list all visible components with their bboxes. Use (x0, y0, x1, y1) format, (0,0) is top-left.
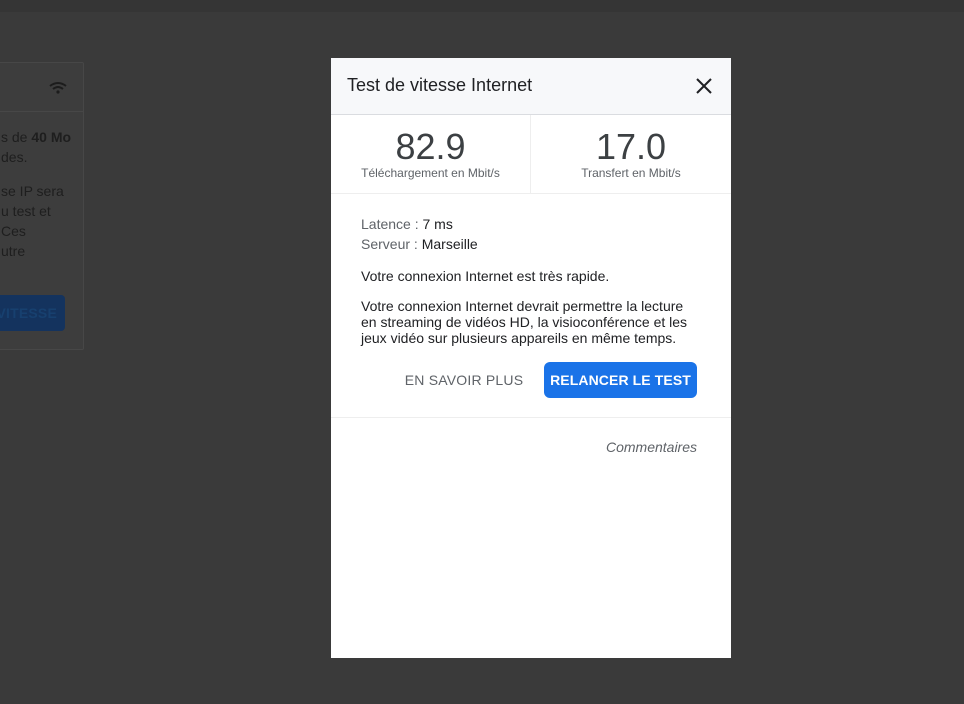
background-button-label: VITESSE (0, 305, 57, 321)
upload-speed-label: Transfert en Mbit/s (581, 166, 681, 180)
server-value: Marseille (421, 236, 478, 252)
latency-key: Latence : (361, 216, 423, 232)
background-card-header (0, 63, 83, 112)
background-speed-card: s de 40 Mo des. se IP sera u test et Ces… (0, 62, 84, 350)
background-text-line: Ces (1, 223, 26, 239)
dialog-divider (331, 417, 731, 418)
background-text-line: des. (1, 149, 28, 165)
download-speed-label: Téléchargement en Mbit/s (361, 166, 500, 180)
connection-description-line: Votre connexion Internet devrait permett… (361, 298, 684, 314)
overlay-top-strip (0, 0, 964, 12)
server-key: Serveur : (361, 236, 422, 252)
background-text-line: utre (1, 243, 26, 259)
wifi-icon (49, 82, 67, 94)
feedback-link[interactable]: Commentaires (531, 439, 697, 455)
download-result: 82.9 Téléchargement en Mbit/s (331, 115, 531, 193)
rerun-test-button[interactable]: RELANCER LE TEST (544, 362, 697, 398)
learn-more-button[interactable]: EN SAVOIR PLUS (393, 362, 535, 398)
upload-result: 17.0 Transfert en Mbit/s (531, 115, 731, 193)
latency-row: Latence : 7 ms (361, 214, 701, 234)
server-row: Serveur : Marseille (361, 234, 701, 254)
download-speed-value: 82.9 (395, 126, 466, 167)
connection-description-line: jeux vidéo sur plusieurs appareils en mê… (361, 330, 677, 346)
background-text-line: se IP sera (1, 183, 64, 199)
background-text-line: s de 40 Mo (1, 129, 72, 145)
connection-summary: Votre connexion Internet est très rapide… (361, 268, 610, 284)
upload-speed-value: 17.0 (595, 126, 667, 167)
close-icon[interactable] (693, 75, 715, 97)
background-start-test-button: VITESSE (0, 295, 65, 331)
speed-test-dialog: Test de vitesse Internet 82.9 Télécharge… (331, 58, 731, 658)
dialog-title: Test de vitesse Internet (347, 75, 533, 95)
latency-value: 7 ms (422, 216, 453, 232)
speed-results: 82.9 Téléchargement en Mbit/s 17.0 Trans… (331, 115, 731, 194)
dialog-header: Test de vitesse Internet (331, 58, 731, 115)
connection-description-line: en streaming de vidéos HD, la visioconfé… (361, 314, 688, 330)
background-text-line: u test et (1, 203, 51, 219)
